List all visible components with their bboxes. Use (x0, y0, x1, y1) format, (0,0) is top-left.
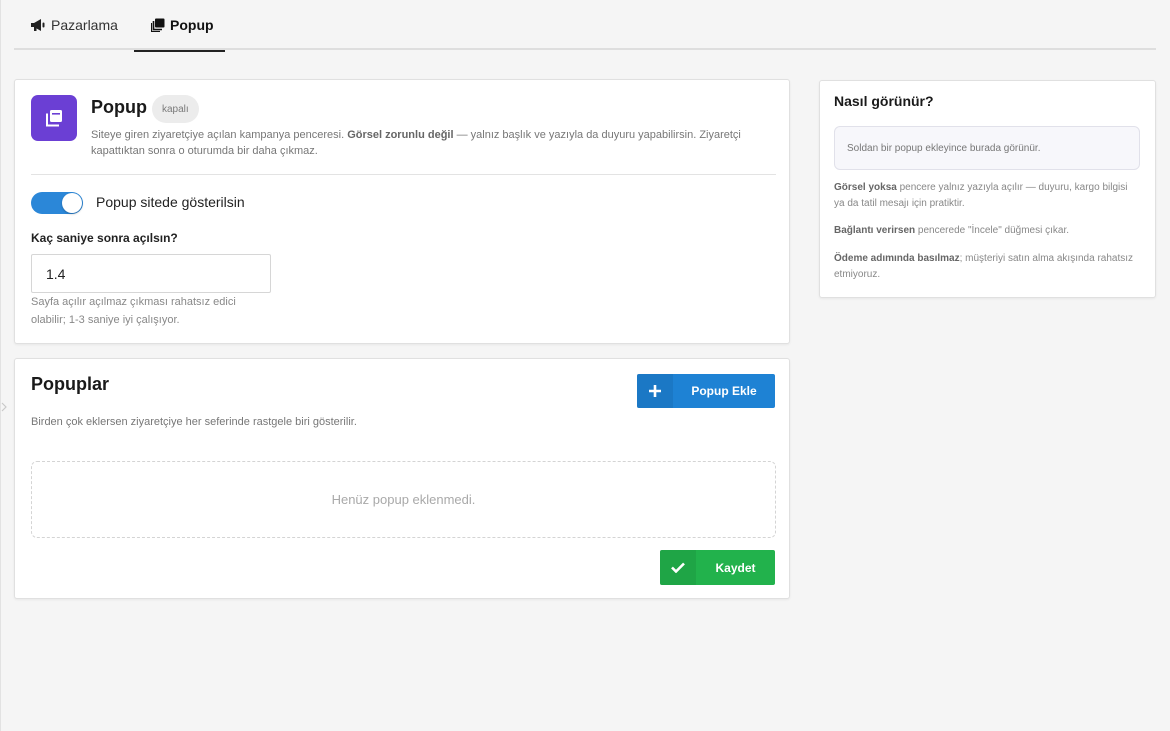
delay-field-label: Kaç saniye sonra açılsın? (31, 231, 178, 245)
note-checkout: Ödeme adımında basılmaz; müşteriyi satın… (834, 253, 1134, 280)
save-button[interactable]: Kaydet (660, 550, 775, 585)
left-panel-edge (0, 0, 1, 731)
popup-description: Siteye giren ziyaretçiye açılan kampanya… (91, 129, 741, 157)
tab-bar: Pazarlama Popup (14, 0, 1156, 52)
popups-list-description: Birden çok eklersen ziyaretçiye her sefe… (31, 416, 357, 428)
delay-hint: Sayfa açılır açılmaz çıkması rahatsız ed… (31, 296, 236, 326)
plus-icon (637, 374, 673, 408)
preview-card: Nasıl görünür? Soldan bir popup ekleyinc… (819, 80, 1156, 298)
divider (31, 174, 776, 175)
popup-app-icon (31, 95, 77, 141)
status-badge: kapalı (152, 95, 199, 123)
empty-state: Henüz popup eklenmedi. (31, 461, 776, 538)
add-popup-button[interactable]: Popup Ekle (637, 374, 775, 408)
note-no-image: Görsel yoksa pencere yalnız yazıyla açıl… (834, 182, 1128, 209)
add-popup-label: Popup Ekle (691, 384, 757, 398)
popup-icon (151, 18, 165, 32)
popups-list-title: Popuplar (31, 374, 110, 394)
preview-placeholder: Soldan bir popup ekleyince burada görünü… (834, 126, 1140, 170)
page-title: Popup (91, 97, 147, 117)
megaphone-icon (31, 19, 45, 31)
toggle-label: Popup sitede gösterilsin (96, 194, 245, 210)
toggle-knob (62, 193, 82, 213)
popup-visibility-toggle[interactable] (31, 192, 83, 214)
check-icon (660, 550, 696, 585)
note-link: Bağlantı verirsen pencerede "İncele" düğ… (834, 225, 1070, 236)
delay-seconds-input[interactable] (31, 254, 271, 293)
tab-popup-label: Popup (170, 17, 214, 33)
popups-list-card: Popuplar Popup Ekle Birden çok eklersen … (14, 358, 790, 599)
tab-popup[interactable]: Popup (134, 0, 225, 52)
tab-pazarlama[interactable]: Pazarlama (30, 0, 118, 50)
popup-settings-card: Popup kapalı Siteye giren ziyaretçiye aç… (14, 79, 790, 344)
save-label: Kaydet (715, 560, 756, 575)
collapse-chevron-icon[interactable] (1, 402, 7, 412)
preview-title: Nasıl görünür? (834, 93, 934, 109)
tab-pazarlama-label: Pazarlama (51, 17, 118, 33)
